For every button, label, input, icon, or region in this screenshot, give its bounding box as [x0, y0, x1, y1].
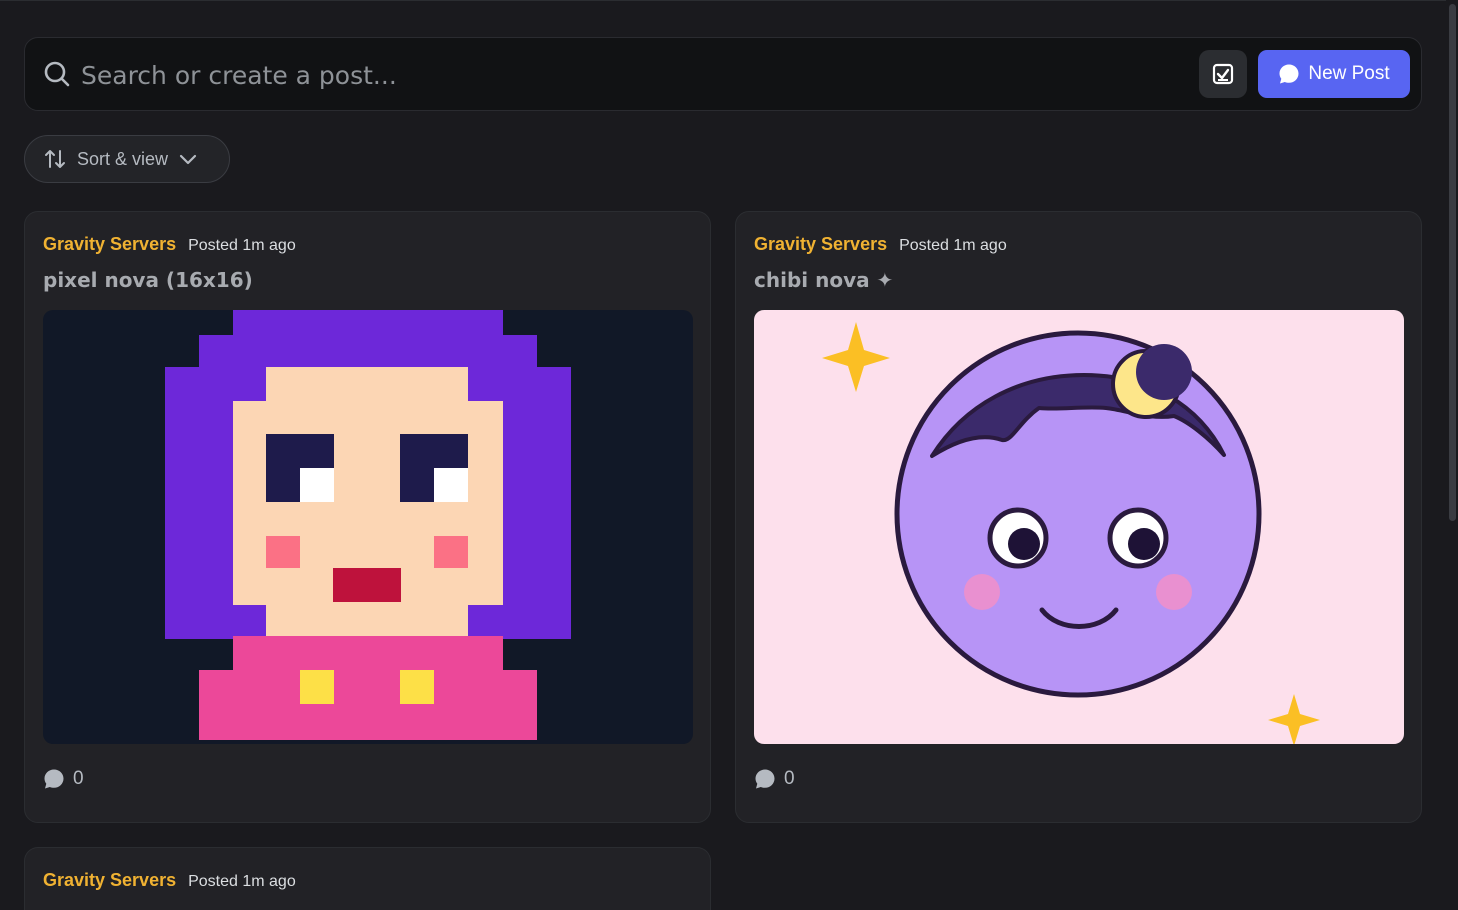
- post-card[interactable]: Gravity Servers Posted 1m ago pixel nova…: [24, 211, 711, 823]
- window-top-border: [0, 0, 1458, 1]
- post-author[interactable]: Gravity Servers: [43, 870, 176, 891]
- post-title[interactable]: chibi nova ✦: [754, 268, 893, 292]
- post-header: Gravity Servers Posted 1m ago: [43, 234, 296, 255]
- post-timestamp: Posted 1m ago: [899, 237, 1007, 254]
- post-header: Gravity Servers Posted 1m ago: [754, 234, 1007, 255]
- sort-view-label: Sort & view: [77, 148, 169, 169]
- post-card[interactable]: Gravity Servers Posted 1m ago: [24, 847, 711, 910]
- sort-arrows-icon: [45, 150, 65, 168]
- post-image[interactable]: [754, 310, 1404, 744]
- chibi-moon-face: [754, 310, 1404, 744]
- chat-bubble-icon: [1279, 64, 1299, 84]
- post-title[interactable]: pixel nova (16x16): [43, 268, 253, 292]
- post-footer: 0: [43, 768, 84, 790]
- sort-view-button[interactable]: Sort & view: [24, 135, 230, 183]
- chevron-down-icon: [179, 154, 197, 165]
- comment-count: 0: [73, 768, 84, 789]
- post-timestamp: Posted 1m ago: [188, 873, 296, 890]
- post-image[interactable]: [43, 310, 693, 744]
- comment-count: 0: [784, 768, 795, 789]
- search-icon: [44, 61, 70, 87]
- checklist-button[interactable]: [1199, 50, 1247, 98]
- checkbox-icon: [1212, 63, 1234, 85]
- post-card[interactable]: Gravity Servers Posted 1m ago chibi nova…: [735, 211, 1422, 823]
- comment-icon: [755, 769, 775, 789]
- post-header: Gravity Servers Posted 1m ago: [43, 870, 296, 891]
- post-author[interactable]: Gravity Servers: [754, 234, 887, 255]
- post-timestamp: Posted 1m ago: [188, 237, 296, 254]
- new-post-label: New Post: [1308, 63, 1390, 84]
- comment-icon: [44, 769, 64, 789]
- pixel-art-portrait: [43, 310, 693, 744]
- search-input[interactable]: [81, 52, 1181, 98]
- post-footer: 0: [754, 768, 795, 790]
- post-author[interactable]: Gravity Servers: [43, 234, 176, 255]
- scrollbar[interactable]: [1446, 0, 1458, 910]
- new-post-button[interactable]: New Post: [1258, 50, 1410, 98]
- search-bar: New Post: [24, 37, 1422, 111]
- scrollbar-thumb[interactable]: [1449, 4, 1456, 521]
